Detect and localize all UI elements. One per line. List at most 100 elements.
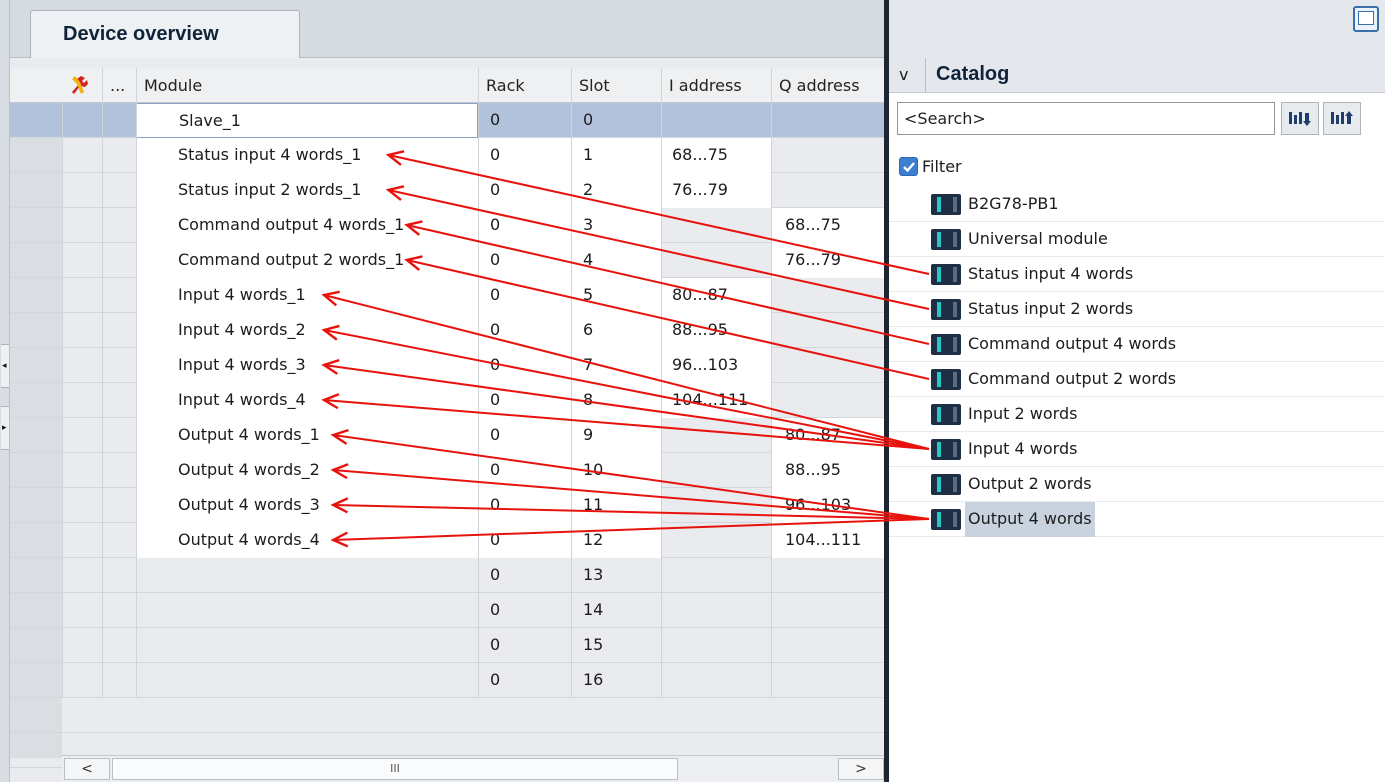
column-header-rack[interactable]: Rack [478, 68, 571, 103]
column-header-diagnostics[interactable] [62, 68, 102, 103]
slot-cell[interactable]: 0 [571, 103, 661, 138]
i-address-cell[interactable] [661, 663, 771, 698]
column-header-ellipsis[interactable]: ... [102, 68, 136, 103]
catalog-search-input[interactable]: <Search> [897, 102, 1275, 135]
module-cell[interactable]: Input 4 words_1 [136, 278, 478, 313]
slot-cell[interactable]: 2 [571, 173, 661, 208]
table-row[interactable]: Input 4 words_1 0 5 80...87 [10, 278, 886, 313]
table-row[interactable]: Status input 2 words_1 0 2 76...79 [10, 173, 886, 208]
i-address-cell[interactable] [661, 103, 771, 138]
rack-cell[interactable]: 0 [478, 663, 571, 698]
i-address-cell[interactable] [661, 523, 771, 558]
q-address-cell[interactable] [771, 663, 886, 698]
catalog-item[interactable]: Input 2 words [889, 397, 1385, 432]
q-address-cell[interactable] [771, 628, 886, 663]
q-address-cell[interactable] [771, 313, 886, 348]
table-row[interactable]: Input 4 words_4 0 8 104...111 [10, 383, 886, 418]
slot-cell[interactable]: 13 [571, 558, 661, 593]
module-cell[interactable]: Input 4 words_2 [136, 313, 478, 348]
module-cell[interactable]: Status input 2 words_1 [136, 173, 478, 208]
q-address-cell[interactable] [771, 558, 886, 593]
table-row-selected[interactable]: Slave_1 0 0 [10, 103, 886, 138]
module-cell[interactable]: Command output 2 words_1 [136, 243, 478, 278]
i-address-cell[interactable] [661, 558, 771, 593]
module-cell[interactable]: Input 4 words_4 [136, 383, 478, 418]
slot-cell[interactable]: 1 [571, 138, 661, 173]
module-cell[interactable]: Status input 4 words_1 [136, 138, 478, 173]
q-address-cell[interactable]: 104...111 [771, 523, 886, 558]
module-cell[interactable] [136, 628, 478, 663]
module-cell[interactable] [136, 663, 478, 698]
q-address-cell[interactable]: 80...87 [771, 418, 886, 453]
rack-cell[interactable]: 0 [478, 103, 571, 138]
q-address-cell[interactable]: 76...79 [771, 243, 886, 278]
collapse-chevron-icon[interactable]: v [899, 65, 908, 84]
q-address-cell[interactable]: 96...103 [771, 488, 886, 523]
q-address-cell[interactable]: 68...75 [771, 208, 886, 243]
q-address-cell[interactable] [771, 173, 886, 208]
rack-cell[interactable]: 0 [478, 488, 571, 523]
module-cell[interactable] [136, 593, 478, 628]
module-cell[interactable]: Output 4 words_2 [136, 453, 478, 488]
slot-cell[interactable]: 8 [571, 383, 661, 418]
module-cell[interactable]: Output 4 words_3 [136, 488, 478, 523]
catalog-item[interactable]: Output 4 words [889, 502, 1385, 537]
slot-cell[interactable]: 4 [571, 243, 661, 278]
horizontal-scrollbar[interactable]: < III > [62, 755, 886, 782]
search-up-button[interactable] [1323, 102, 1361, 135]
i-address-cell[interactable] [661, 593, 771, 628]
i-address-cell[interactable]: 96...103 [661, 348, 771, 383]
module-cell[interactable]: Command output 4 words_1 [136, 208, 478, 243]
q-address-cell[interactable] [771, 348, 886, 383]
i-address-cell[interactable] [661, 488, 771, 523]
table-row[interactable]: 0 16 [10, 663, 886, 698]
collapse-left-button[interactable]: ◂ [1, 344, 9, 388]
q-address-cell[interactable] [771, 278, 886, 313]
i-address-cell[interactable] [661, 243, 771, 278]
filter-checkbox[interactable] [899, 157, 918, 176]
slot-cell[interactable]: 5 [571, 278, 661, 313]
q-address-cell[interactable] [771, 593, 886, 628]
slot-cell[interactable]: 9 [571, 418, 661, 453]
rack-cell[interactable]: 0 [478, 593, 571, 628]
table-row[interactable]: 0 15 [10, 628, 886, 663]
catalog-item[interactable]: Status input 2 words [889, 292, 1385, 327]
panel-layout-icon[interactable] [1353, 6, 1379, 32]
table-row[interactable]: Output 4 words_3 0 11 96...103 [10, 488, 886, 523]
rack-cell[interactable]: 0 [478, 348, 571, 383]
search-down-button[interactable] [1281, 102, 1319, 135]
slot-cell[interactable]: 12 [571, 523, 661, 558]
table-row[interactable]: Command output 4 words_1 0 3 68...75 [10, 208, 886, 243]
slot-cell[interactable]: 11 [571, 488, 661, 523]
module-cell[interactable] [136, 558, 478, 593]
catalog-item[interactable]: Command output 4 words [889, 327, 1385, 362]
i-address-cell[interactable]: 68...75 [661, 138, 771, 173]
rack-cell[interactable]: 0 [478, 558, 571, 593]
module-cell[interactable]: Output 4 words_4 [136, 523, 478, 558]
i-address-cell[interactable]: 88...95 [661, 313, 771, 348]
catalog-item[interactable]: Input 4 words [889, 432, 1385, 467]
catalog-item[interactable]: B2G78-PB1 [889, 187, 1385, 222]
rack-cell[interactable]: 0 [478, 208, 571, 243]
rack-cell[interactable]: 0 [478, 383, 571, 418]
slot-cell[interactable]: 7 [571, 348, 661, 383]
rack-cell[interactable]: 0 [478, 418, 571, 453]
i-address-cell[interactable] [661, 453, 771, 488]
q-address-cell[interactable] [771, 138, 886, 173]
column-header-q-address[interactable]: Q address [771, 68, 886, 103]
slot-cell[interactable]: 16 [571, 663, 661, 698]
expand-right-button[interactable]: ▸ [1, 406, 9, 450]
table-row[interactable]: 0 13 [10, 558, 886, 593]
table-row[interactable]: Command output 2 words_1 0 4 76...79 [10, 243, 886, 278]
catalog-header[interactable]: v Catalog [889, 58, 1385, 93]
rack-cell[interactable]: 0 [478, 453, 571, 488]
i-address-cell[interactable] [661, 418, 771, 453]
slot-cell[interactable]: 14 [571, 593, 661, 628]
q-address-cell[interactable]: 88...95 [771, 453, 886, 488]
slot-cell[interactable]: 15 [571, 628, 661, 663]
table-row[interactable]: Input 4 words_3 0 7 96...103 [10, 348, 886, 383]
rack-cell[interactable]: 0 [478, 313, 571, 348]
table-row-empty[interactable] [10, 698, 886, 733]
module-cell[interactable]: Slave_1 [136, 103, 478, 138]
scroll-left-button[interactable]: < [64, 758, 110, 780]
